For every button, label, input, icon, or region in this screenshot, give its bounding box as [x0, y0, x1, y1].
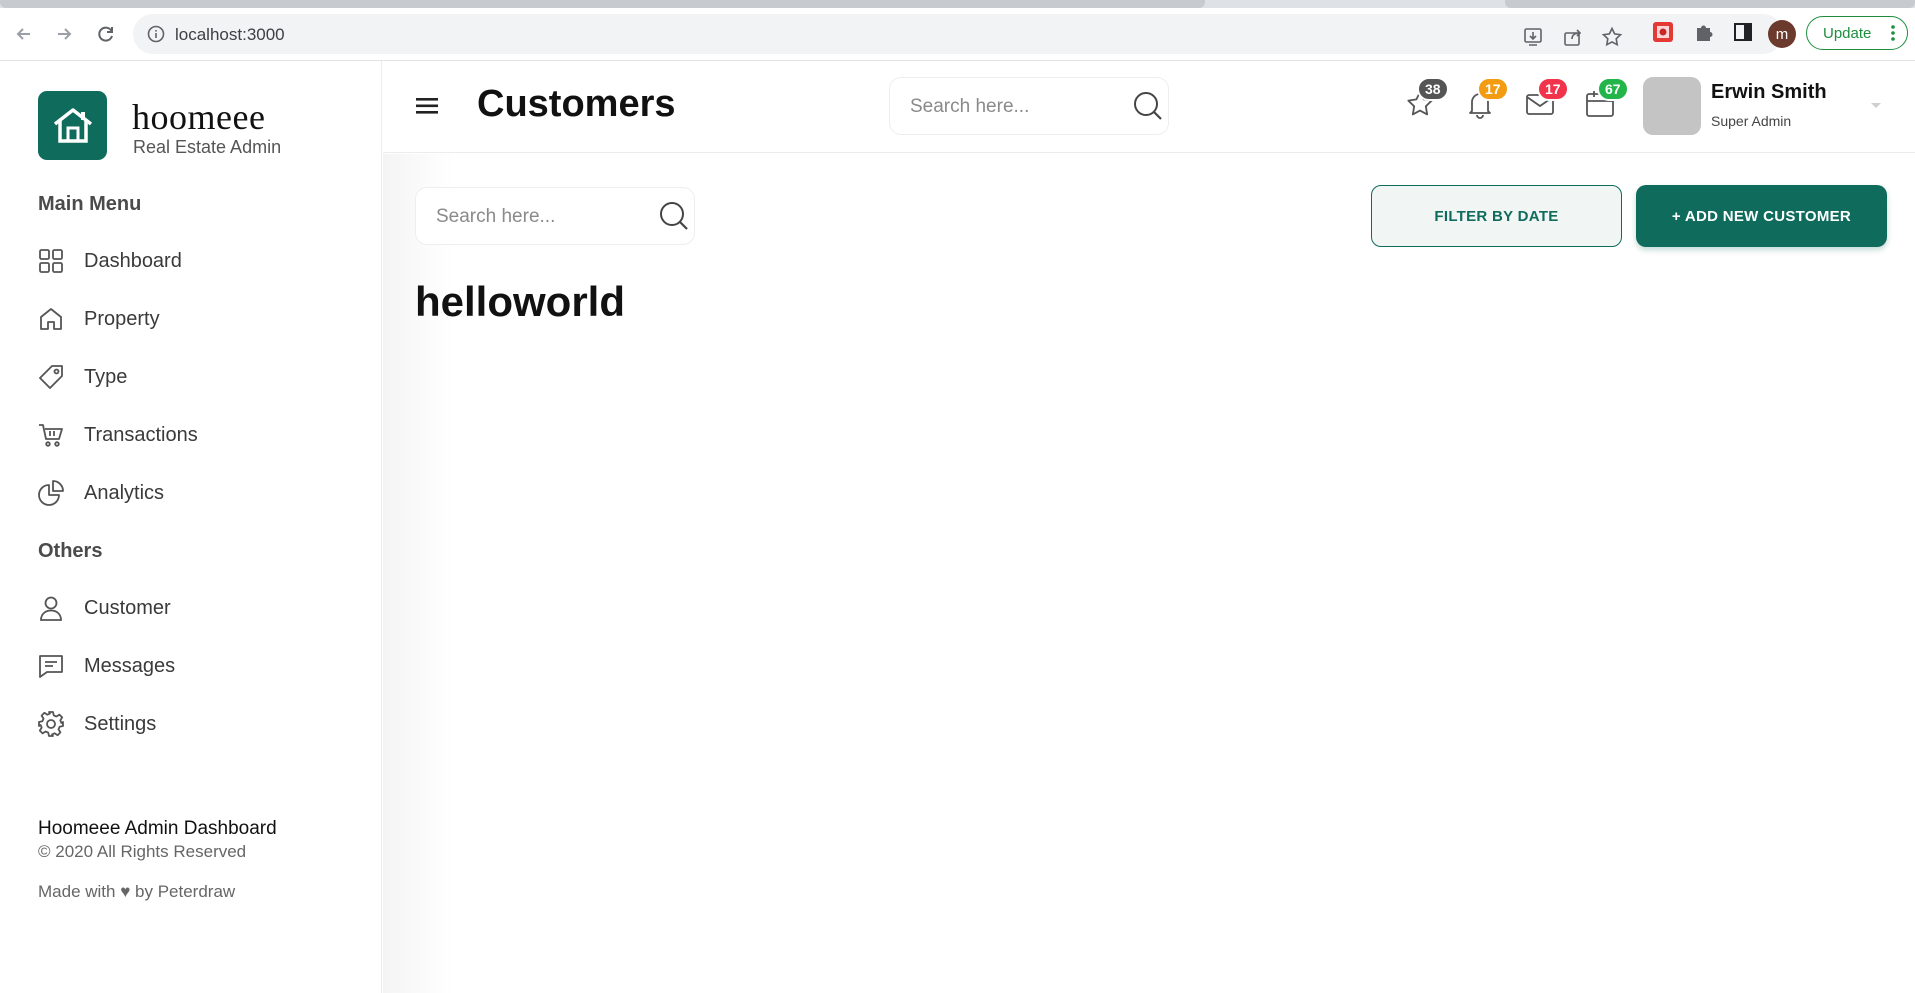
- browser-chrome: localhost:3000 m Update: [0, 0, 1915, 61]
- calendar-notification[interactable]: 67: [1583, 77, 1629, 121]
- sidebar-item-type[interactable]: Type: [38, 357, 358, 397]
- sidebar-item-property[interactable]: Property: [38, 299, 358, 339]
- more-vert-icon[interactable]: [1891, 25, 1895, 41]
- alerts-badge: 17: [1477, 77, 1509, 101]
- site-info-icon[interactable]: [147, 25, 165, 43]
- tab-strip: [0, 0, 1915, 8]
- install-icon[interactable]: [1522, 26, 1544, 48]
- header-search-input[interactable]: [910, 93, 1120, 121]
- brand-name: hoomeee: [132, 97, 266, 137]
- user-avatar[interactable]: [1643, 77, 1701, 135]
- update-label: Update: [1823, 24, 1872, 42]
- sidebar-item-label: Analytics: [84, 481, 165, 504]
- tag-icon: [38, 364, 64, 390]
- side-panel-icon[interactable]: [1730, 19, 1756, 45]
- url-text[interactable]: localhost:3000: [175, 25, 285, 45]
- customer-search: [415, 187, 695, 245]
- user-icon: [38, 595, 64, 621]
- search-icon[interactable]: [1132, 90, 1164, 122]
- mail-notification[interactable]: 17: [1523, 77, 1569, 121]
- update-button[interactable]: Update: [1806, 16, 1908, 50]
- sidebar-item-label: Settings: [84, 712, 157, 735]
- gear-icon: [38, 711, 64, 737]
- mail-badge: 17: [1537, 77, 1569, 101]
- sidebar-item-label: Dashboard: [84, 249, 182, 272]
- main-menu-heading: Main Menu: [38, 193, 142, 215]
- sidebar-item-messages[interactable]: Messages: [38, 646, 358, 686]
- hamburger-menu-icon[interactable]: [415, 95, 441, 117]
- browser-profile-avatar[interactable]: m: [1768, 20, 1796, 48]
- main-content: FILTER BY DATE + ADD NEW CUSTOMER hellow…: [383, 154, 1915, 993]
- sidebar-item-dashboard[interactable]: Dashboard: [38, 241, 358, 281]
- tab-segment[interactable]: [1505, 0, 1915, 8]
- sidebar-item-label: Messages: [84, 654, 176, 677]
- back-icon[interactable]: [12, 22, 36, 46]
- pie-chart-icon: [38, 480, 64, 506]
- house-logo-icon: [53, 107, 92, 143]
- sidebar-item-customer[interactable]: Customer: [38, 588, 358, 628]
- brand-subtitle: Real Estate Admin: [133, 137, 282, 157]
- search-icon[interactable]: [658, 200, 690, 232]
- add-new-customer-button[interactable]: + ADD NEW CUSTOMER: [1636, 185, 1887, 247]
- favorites-badge: 38: [1417, 77, 1449, 101]
- footer-title: Hoomeee Admin Dashboard: [38, 818, 277, 839]
- sidebar-item-label: Property: [84, 307, 160, 330]
- sidebar-item-label: Customer: [84, 596, 171, 619]
- filter-by-date-button[interactable]: FILTER BY DATE: [1371, 185, 1622, 247]
- puzzle-icon[interactable]: [1691, 19, 1717, 45]
- sidebar-item-analytics[interactable]: Analytics: [38, 473, 358, 513]
- home-icon: [38, 306, 64, 332]
- footer-credit: Made with ♥ by Peterdraw: [38, 882, 236, 901]
- cart-icon: [38, 422, 64, 448]
- sidebar-item-transactions[interactable]: Transactions: [38, 415, 358, 455]
- others-heading: Others: [38, 540, 103, 562]
- chevron-down-icon[interactable]: [1869, 101, 1883, 111]
- message-icon: [38, 653, 64, 679]
- user-name[interactable]: Erwin Smith: [1711, 81, 1827, 104]
- footer-copyright: © 2020 All Rights Reserved: [38, 842, 247, 861]
- logo-mark[interactable]: [38, 91, 107, 160]
- extension-icon[interactable]: [1650, 19, 1676, 45]
- grid-icon: [38, 248, 64, 274]
- bookmark-star-icon[interactable]: [1601, 26, 1623, 48]
- user-role: Super Admin: [1711, 113, 1792, 129]
- favorites-notification[interactable]: 38: [1403, 77, 1449, 121]
- alerts-notification[interactable]: 17: [1463, 77, 1509, 121]
- address-bar[interactable]: localhost:3000: [133, 14, 1783, 54]
- content-heading: helloworld: [415, 278, 625, 325]
- share-icon[interactable]: [1562, 26, 1584, 48]
- top-bar: Customers 38 17 17 67 Erwin Smith Super …: [383, 61, 1915, 153]
- sidebar-item-label: Transactions: [84, 423, 198, 446]
- tab-segment[interactable]: [0, 0, 1205, 8]
- calendar-badge: 67: [1597, 77, 1629, 101]
- sidebar-item-settings[interactable]: Settings: [38, 704, 358, 744]
- header-search: [889, 77, 1169, 135]
- sidebar-item-label: Type: [84, 365, 128, 388]
- reload-icon[interactable]: [94, 22, 118, 46]
- customer-search-input[interactable]: [436, 203, 646, 231]
- page-title: Customers: [477, 83, 676, 125]
- sidebar: hoomeee Real Estate Admin Main Menu Dash…: [0, 61, 382, 993]
- forward-icon[interactable]: [52, 22, 76, 46]
